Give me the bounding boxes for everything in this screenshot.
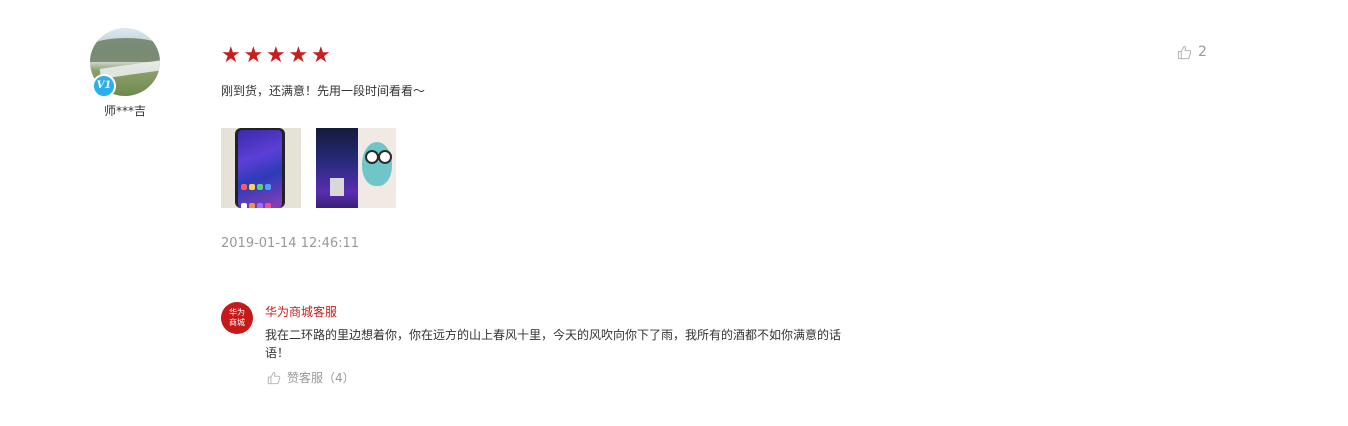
customer-service-name: 华为商城客服: [265, 305, 338, 319]
reviewer-avatar: V1: [90, 28, 160, 98]
review-text: 刚到货，还满意！先用一段时间看看～: [221, 84, 426, 98]
like-count: 2: [1198, 44, 1207, 60]
thumbs-up-icon: [1177, 45, 1192, 59]
star-icon: ★: [288, 43, 309, 68]
star-icon: ★: [243, 43, 264, 68]
logo-text: 华为商城: [229, 308, 245, 327]
like-customer-service-button[interactable]: 赞客服（4）: [267, 369, 355, 386]
review-image-phone-back[interactable]: [316, 128, 396, 208]
star-icon: ★: [266, 43, 286, 68]
like-button[interactable]: 2: [1177, 44, 1207, 60]
star-icon: ★: [311, 43, 331, 68]
review-timestamp: 2019-01-14 12:46:11: [221, 236, 360, 251]
reviewer-name: 师***吉: [103, 104, 146, 118]
star-icon: ★: [221, 43, 241, 68]
vip-badge: V1: [92, 74, 116, 98]
customer-service-reply: 我在二环路的里边想着你，你在远方的山上春风十里，今天的风吹向你下了雨，我所有的酒…: [265, 328, 842, 360]
review-image-phone-front[interactable]: [221, 128, 301, 208]
thumbs-up-icon: [267, 371, 281, 384]
like-customer-service-label: 赞客服（4）: [287, 371, 355, 385]
customer-service-logo: 华为商城: [221, 302, 253, 334]
rating-stars: ★ ★ ★ ★ ★: [221, 45, 332, 67]
